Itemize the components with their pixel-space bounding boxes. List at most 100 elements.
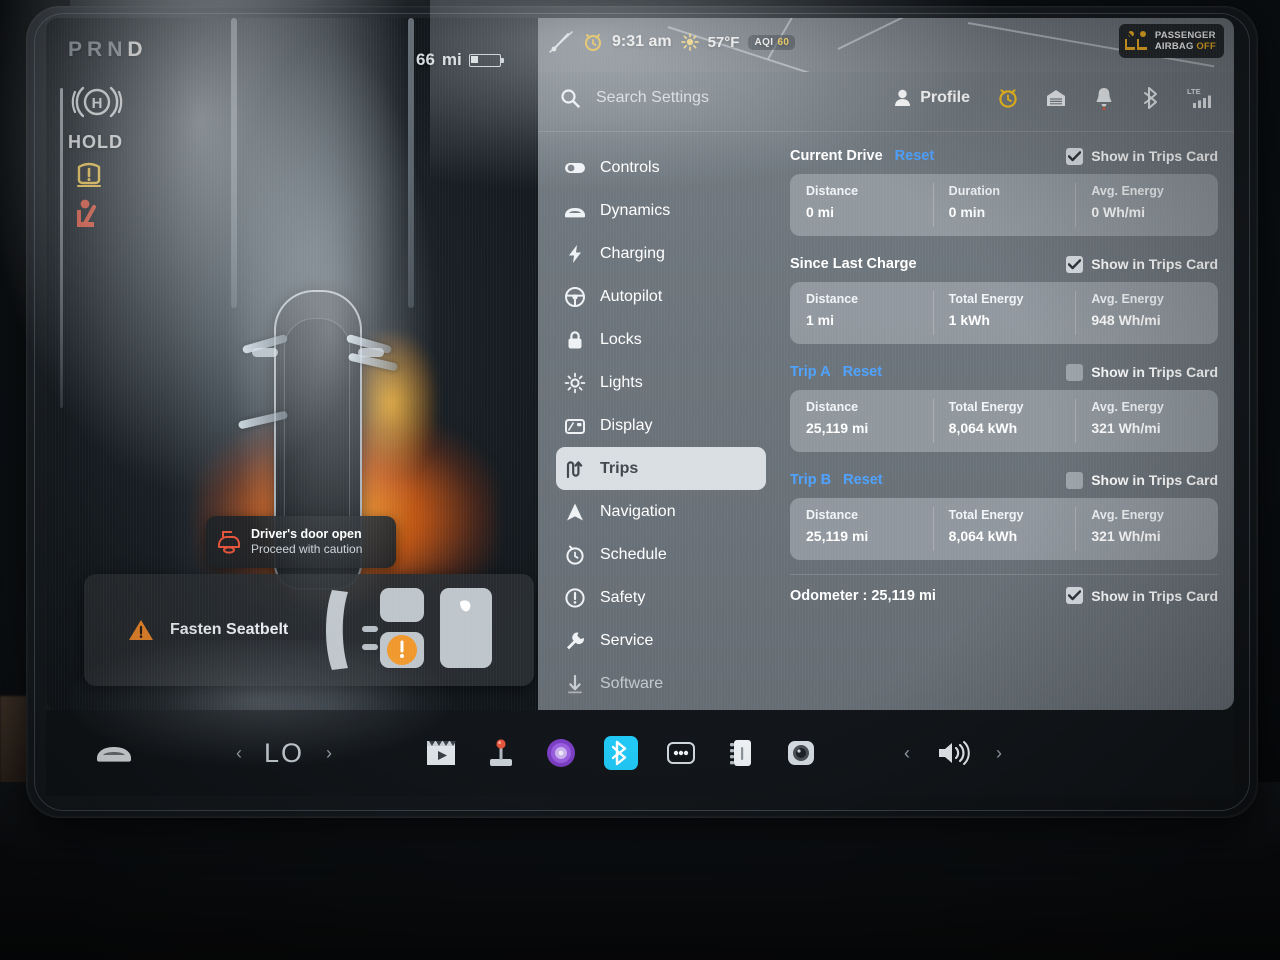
app-launcher-icons[interactable]	[424, 736, 818, 770]
climate-control[interactable]: ‹ LO ›	[236, 738, 332, 769]
show-in-trips-card-toggle[interactable]: Show in Trips Card	[1066, 255, 1218, 273]
sidebar-item-controls[interactable]: Controls	[556, 146, 766, 189]
garage-door-icon[interactable]	[1032, 74, 1080, 122]
chevron-left-icon[interactable]: ‹	[904, 743, 910, 764]
stat-cell: Total Energy 8,064 kWh	[932, 390, 1076, 452]
checkbox-unchecked[interactable]	[1066, 471, 1084, 489]
odometer-row: Odometer : 25,119 mi Show in Trips Card	[790, 574, 1218, 608]
alarm-clock-icon[interactable]	[984, 74, 1032, 122]
sidebar-item-service[interactable]: Service	[556, 619, 766, 662]
sidebar-item-trips[interactable]: Trips	[556, 447, 766, 490]
show-in-trips-card-toggle[interactable]: Show in Trips Card	[1066, 363, 1218, 381]
volume-control[interactable]: ‹ ›	[904, 739, 1002, 767]
fasten-seatbelt-label: Fasten Seatbelt	[170, 621, 289, 638]
sidebar-item-label: Software	[600, 674, 664, 692]
trips-section-title: Since Last Charge	[790, 256, 917, 272]
profile-button[interactable]: Profile	[894, 89, 984, 107]
driving-visualization-panel[interactable]: PRND H HOLD 66 mi Driver's door open Pro…	[46, 18, 538, 710]
aqi-badge[interactable]: AQI 60	[748, 34, 796, 50]
touchscreen-display[interactable]: PRND H HOLD 66 mi Driver's door open Pro…	[46, 18, 1234, 710]
stat-value: 0 Wh/mi	[1091, 204, 1146, 220]
trips-route-icon	[564, 458, 586, 480]
show-in-trips-card-toggle[interactable]: Show in Trips Card	[1066, 147, 1218, 165]
trips-section-title[interactable]: Trip B	[790, 472, 831, 488]
stat-value: 8,064 kWh	[948, 528, 1018, 544]
sidebar-item-charging[interactable]: Charging	[556, 232, 766, 275]
sidebar-item-label: Dynamics	[600, 201, 671, 219]
sidebar-item-navigation[interactable]: Navigation	[556, 490, 766, 533]
stat-cell: Distance 1 mi	[790, 282, 933, 344]
stat-value: 321 Wh/mi	[1091, 528, 1161, 544]
range-readout[interactable]: 66 mi	[416, 50, 504, 70]
range-unit: mi	[441, 50, 462, 69]
arcade-joystick-icon[interactable]	[484, 736, 518, 770]
dashcam-camera-icon[interactable]	[784, 736, 818, 770]
airbag-badge-line2: AIRBAG	[1154, 41, 1194, 52]
bell-icon[interactable]	[1080, 74, 1128, 122]
wiper-off-icon[interactable]	[548, 30, 574, 54]
checkbox-checked[interactable]	[1066, 255, 1084, 273]
settings-sidebar[interactable]: Controls Dynamics Charging Autopilot Locks Li…	[556, 146, 766, 705]
stat-value: 25,119 mi	[806, 420, 869, 436]
sidebar-item-label: Navigation	[600, 502, 676, 520]
sidebar-item-autopilot[interactable]: Autopilot	[556, 275, 766, 318]
checkbox-checked[interactable]	[1066, 147, 1084, 165]
cards-icon[interactable]	[724, 736, 758, 770]
steering-wheel-icon	[564, 286, 586, 308]
stat-key: Distance	[806, 292, 859, 306]
sidebar-item-display[interactable]: Display	[556, 404, 766, 447]
tesla-tunes-icon[interactable]	[544, 736, 578, 770]
fasten-seatbelt-card[interactable]: Fasten Seatbelt	[84, 574, 534, 686]
more-apps-icon[interactable]	[664, 736, 698, 770]
reset-button[interactable]: Reset	[843, 364, 883, 380]
svg-text:LTE: LTE	[1187, 87, 1201, 96]
statusbar-quick-icons[interactable]: Profile LTE	[894, 74, 1224, 122]
speaker-volume-icon[interactable]	[936, 739, 970, 767]
sidebar-item-schedule[interactable]: Schedule	[556, 533, 766, 576]
display-icon	[564, 415, 586, 437]
sidebar-item-lights[interactable]: Lights	[556, 361, 766, 404]
chevron-right-icon[interactable]: ›	[996, 743, 1002, 764]
chevron-left-icon[interactable]: ‹	[236, 743, 242, 764]
search-icon	[560, 88, 580, 108]
reset-button[interactable]: Reset	[895, 148, 935, 164]
warning-triangle-icon	[128, 618, 154, 642]
checkbox-checked[interactable]	[1066, 587, 1084, 604]
trips-section-title[interactable]: Trip A	[790, 364, 831, 380]
sidebar-item-dynamics[interactable]: Dynamics	[556, 189, 766, 232]
odometer-show-in-trips-card-toggle[interactable]: Show in Trips Card	[1066, 587, 1218, 604]
sidebar-item-label: Safety	[600, 588, 646, 606]
door-open-notification[interactable]: Driver's door open Proceed with caution	[206, 516, 396, 568]
checkbox-label: Show in Trips Card	[1091, 148, 1218, 164]
toybox-bluetooth-icon[interactable]	[604, 736, 639, 770]
bluetooth-icon[interactable]	[1128, 74, 1176, 122]
bottom-taskbar[interactable]: ‹ LO › ‹ ›	[46, 710, 1234, 796]
mirror-left	[252, 348, 278, 357]
stat-key: Avg. Energy	[1091, 508, 1164, 522]
climate-temperature[interactable]: LO	[264, 738, 304, 769]
sun-icon	[680, 33, 699, 51]
sidebar-item-locks[interactable]: Locks	[556, 318, 766, 361]
car-controls-button[interactable]	[92, 742, 136, 764]
chevron-right-icon[interactable]: ›	[326, 743, 332, 764]
trips-content[interactable]: Current Drive Reset Show in Trips Card Dist…	[790, 142, 1218, 608]
checkbox-label: Show in Trips Card	[1091, 587, 1218, 604]
checkbox-unchecked[interactable]	[1066, 363, 1084, 381]
checkbox-label: Show in Trips Card	[1091, 472, 1218, 488]
wrench-icon	[564, 630, 586, 652]
settings-panel[interactable]: 9:31 am 57°F AQI 60 2 PASSENGER AIRBAG O…	[538, 18, 1234, 710]
theater-clapperboard-icon[interactable]	[424, 736, 458, 770]
lte-signal-icon[interactable]: LTE	[1176, 74, 1224, 122]
reset-button[interactable]: Reset	[843, 472, 883, 488]
tire-pressure-warning-icon	[74, 160, 104, 190]
stat-cell: Distance 0 mi	[790, 174, 933, 236]
stat-key: Avg. Energy	[1091, 184, 1164, 198]
car-door-open-icon	[216, 529, 242, 555]
sidebar-item-safety[interactable]: Safety	[556, 576, 766, 619]
alarm-clock-icon[interactable]	[583, 32, 603, 52]
sidebar-item-software[interactable]: Software	[556, 662, 766, 705]
show-in-trips-card-toggle[interactable]: Show in Trips Card	[1066, 471, 1218, 489]
airbag-badge-line1: PASSENGER	[1154, 29, 1216, 41]
search-input[interactable]: Search Settings	[596, 89, 709, 107]
car-front-icon	[564, 200, 586, 222]
